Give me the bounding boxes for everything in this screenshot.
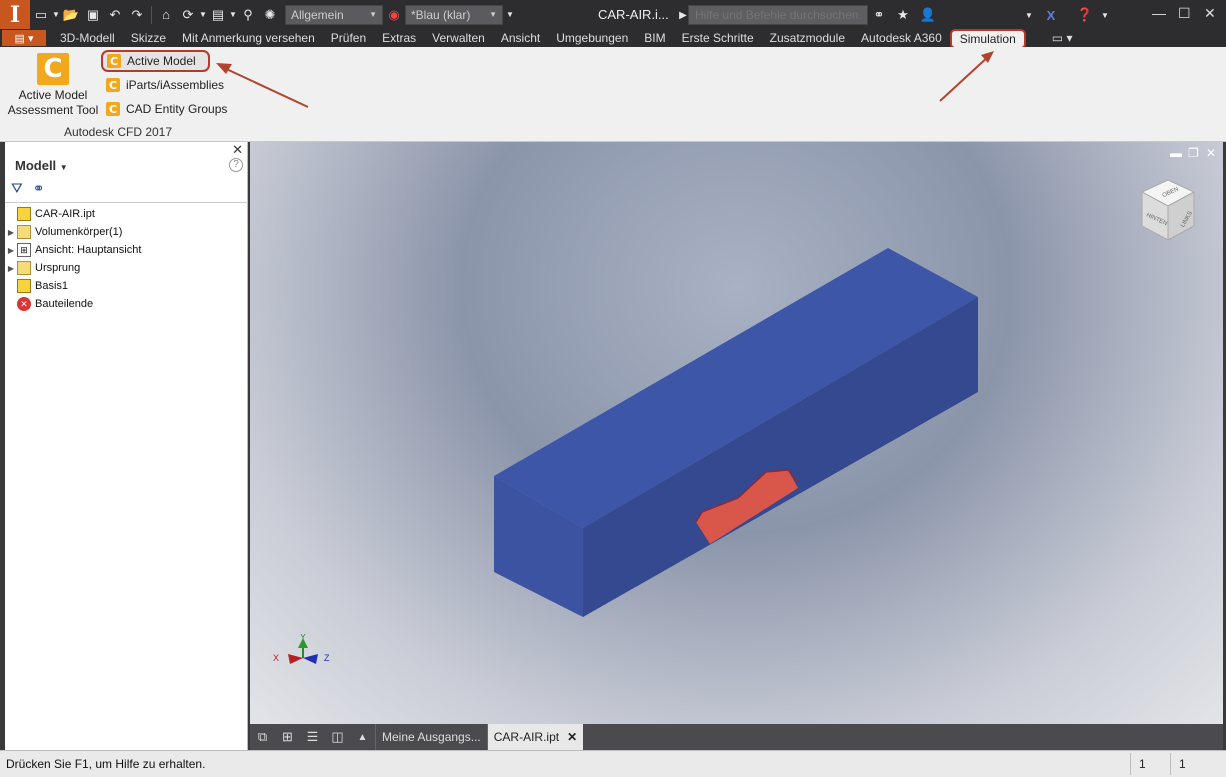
graphics-viewport[interactable]: ▬ ❐ ✕ OBEN HINTEN LINKS X Y Z	[250, 142, 1223, 724]
tree-node-label: Basis1	[35, 280, 69, 292]
status-bar: Drücken Sie F1, um Hilfe zu erhalten. 1 …	[0, 750, 1226, 777]
model-tree: CAR-AIR.ipt ▶ Volumenkörper(1) ▶ ⊞ Ansic…	[5, 205, 248, 313]
axis-triad: X Y Z	[273, 634, 330, 664]
close-tab-icon[interactable]: ✕	[567, 730, 577, 744]
divider	[5, 202, 248, 203]
doc-tab-car-air[interactable]: CAR-AIR.ipt ✕	[486, 724, 584, 750]
annotation-arrow-simulation	[939, 54, 991, 102]
status-text: Drücken Sie F1, um Hilfe zu erhalten.	[6, 757, 206, 771]
tree-node-origin[interactable]: ▶ Ursprung	[5, 259, 248, 277]
annotation-arrowhead	[216, 63, 232, 74]
tree-node-label: CAR-AIR.ipt	[35, 208, 95, 220]
tree-node-label: Ansicht: Hauptansicht	[35, 244, 142, 256]
model-browser: ✕ Modell ▼ ? ⛛ ⚭ CAR-AIR.ipt ▶ Volumenkö…	[5, 142, 248, 750]
tree-node-label: Bauteilende	[35, 298, 94, 310]
axis-x-label: X	[273, 653, 279, 663]
view-rep-icon: ⊞	[17, 243, 31, 257]
browser-toolbar: ⛛ ⚭	[11, 180, 45, 197]
folder-icon	[17, 261, 31, 275]
axis-y-label: Y	[300, 634, 306, 642]
tree-node-view[interactable]: ▶ ⊞ Ansicht: Hauptansicht	[5, 241, 248, 259]
document-tabs-bar: ⧉ ⊞ ☰ ◫ ▲ Meine Ausgangs... CAR-AIR.ipt …	[250, 724, 1223, 750]
expand-arrow-icon[interactable]: ▶	[5, 264, 17, 273]
cascade-windows-icon[interactable]: ⧉	[250, 724, 275, 750]
doc-tab-home[interactable]: Meine Ausgangs...	[375, 724, 487, 750]
tile-windows-icon[interactable]: ⊞	[275, 724, 300, 750]
tab-list-up-icon[interactable]: ▲	[350, 724, 375, 750]
doc-tab-label: CAR-AIR.ipt	[493, 730, 560, 744]
annotation-arrows	[216, 51, 994, 108]
find-binoculars-icon[interactable]: ⚭	[33, 180, 45, 197]
close-icon[interactable]: ✕	[232, 142, 243, 158]
end-of-part-icon: ✕	[17, 297, 31, 311]
tree-node-basis1[interactable]: Basis1	[5, 277, 248, 295]
expand-arrow-icon[interactable]: ▶	[5, 228, 17, 237]
tree-node-solid-bodies[interactable]: ▶ Volumenkörper(1)	[5, 223, 248, 241]
status-cell-2: 1	[1170, 753, 1226, 775]
status-cell-1: 1	[1130, 753, 1170, 775]
expand-arrow-icon[interactable]: ▶	[5, 246, 17, 255]
tile-vertical-icon[interactable]: ◫	[325, 724, 350, 750]
chevron-down-icon: ▼	[59, 163, 68, 172]
tree-node-label: Ursprung	[35, 262, 81, 274]
tree-node-root[interactable]: CAR-AIR.ipt	[5, 205, 248, 223]
annotation-arrow-active-model	[219, 65, 309, 108]
extrusion-icon	[17, 279, 31, 293]
axis-z-label: Z	[324, 653, 330, 663]
browser-help-icon[interactable]: ?	[229, 158, 243, 172]
tree-node-label: Volumenkörper(1)	[35, 226, 123, 238]
browser-title[interactable]: Modell ▼	[15, 158, 68, 173]
tile-horizontal-icon[interactable]: ☰	[300, 724, 325, 750]
part-icon	[17, 207, 31, 221]
model-scene[interactable]	[250, 142, 1223, 724]
browser-title-text: Modell	[15, 158, 57, 173]
tree-node-end-of-part[interactable]: ✕ Bauteilende	[5, 295, 248, 313]
solid-bodies-icon	[17, 225, 31, 239]
doc-tab-label: Meine Ausgangs...	[382, 730, 481, 744]
filter-icon[interactable]: ⛛	[11, 180, 23, 197]
